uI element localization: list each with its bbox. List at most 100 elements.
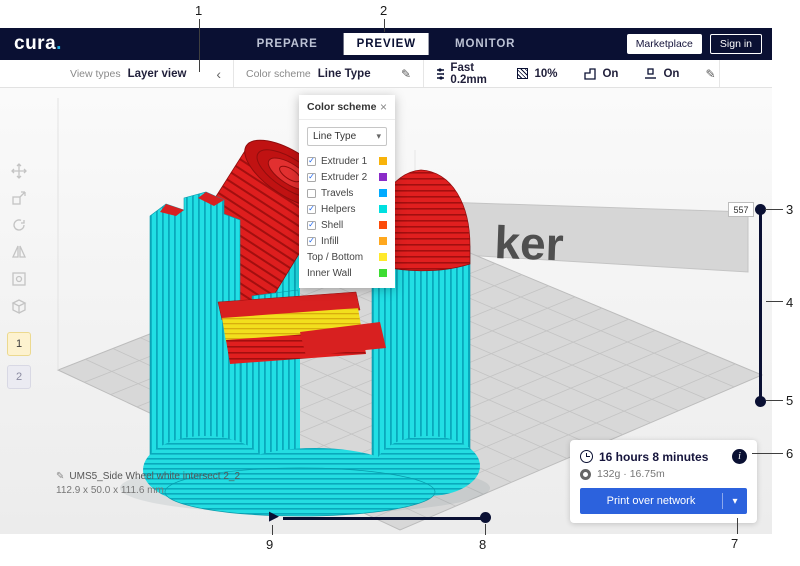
color-swatch — [379, 269, 387, 277]
callout-line-2 — [384, 19, 385, 32]
support-setting[interactable]: On — [583, 67, 618, 80]
cura-app-window: cura. PREPARE PREVIEW MONITOR Marketplac… — [0, 28, 772, 534]
sliders-icon — [436, 68, 444, 80]
checkbox-shell[interactable]: ✓ — [307, 221, 316, 230]
row-infill[interactable]: ✓ Infill — [307, 233, 387, 249]
adhesion-icon — [644, 67, 657, 80]
callout-5: 5 — [786, 393, 793, 408]
row-travels[interactable]: Travels — [307, 185, 387, 201]
row-label: Top / Bottom — [307, 252, 363, 263]
rotate-tool-icon[interactable] — [10, 216, 28, 234]
color-scheme-value: Line Type — [318, 68, 371, 80]
row-label: Shell — [321, 220, 343, 231]
tab-monitor[interactable]: MONITOR — [455, 38, 515, 50]
material-usage: 132g · 16.75m — [597, 468, 665, 480]
callout-7: 7 — [731, 536, 738, 551]
callout-9: 9 — [266, 537, 273, 552]
callout-4: 4 — [786, 295, 793, 310]
clock-icon — [580, 450, 593, 463]
extruder-1-button[interactable]: 1 — [7, 332, 31, 356]
tab-preview[interactable]: PREVIEW — [344, 33, 429, 55]
infill-setting[interactable]: 10% — [517, 68, 557, 80]
row-label: Inner Wall — [307, 268, 352, 279]
adhesion-setting[interactable]: On — [644, 67, 679, 80]
checkbox-infill[interactable]: ✓ — [307, 237, 316, 246]
layer-slider-bottom-handle[interactable] — [755, 396, 766, 407]
model-name: UMS5_Side Wheel white intersect 2_2 — [69, 471, 240, 482]
rename-pencil-icon[interactable]: ✎ — [56, 471, 64, 482]
row-extruder-1[interactable]: ✓ Extruder 1 — [307, 153, 387, 169]
layer-number-box[interactable]: 557 — [728, 202, 754, 217]
extruder-2-button[interactable]: 2 — [7, 365, 31, 389]
color-swatch — [379, 173, 387, 181]
left-toolbar: 1 2 — [6, 162, 32, 389]
collapse-chevron-icon[interactable]: ‹ — [216, 67, 221, 81]
color-scheme-popup: Color scheme × Line Type ▾ ✓ Extruder 1 … — [299, 95, 395, 288]
profile-setting[interactable]: Fast 0.2mm — [436, 62, 491, 86]
callout-8: 8 — [479, 537, 486, 552]
support-value: On — [602, 68, 618, 80]
color-swatch — [379, 237, 387, 245]
playback-slider-handle[interactable] — [480, 512, 491, 523]
profile-value: Fast 0.2mm — [450, 62, 491, 86]
model-dimensions: 112.9 x 50.0 x 111.6 mm — [56, 485, 240, 496]
close-icon[interactable]: × — [380, 101, 387, 113]
color-scheme-dropdown[interactable]: Color scheme Line Type ✎ — [234, 60, 424, 87]
checkbox-travels[interactable] — [307, 189, 316, 198]
callout-line-1 — [199, 19, 200, 72]
logo-text: cura — [14, 33, 56, 54]
buildplate-watermark: ker — [494, 216, 565, 270]
row-inner-wall: Inner Wall — [307, 265, 387, 281]
callout-line-6 — [752, 453, 783, 454]
line-type-select-value: Line Type — [313, 131, 356, 142]
logo-dot: . — [56, 33, 62, 54]
row-helpers[interactable]: ✓ Helpers — [307, 201, 387, 217]
checkbox-extruder-2[interactable]: ✓ — [307, 173, 316, 182]
row-label: Extruder 2 — [321, 172, 367, 183]
callout-3: 3 — [786, 202, 793, 217]
mirror-tool-icon[interactable] — [10, 243, 28, 261]
cura-logo: cura. — [14, 33, 62, 55]
print-settings-summary[interactable]: Fast 0.2mm 10% On On ✎ — [424, 60, 720, 87]
infill-icon — [517, 68, 528, 79]
view-types-dropdown[interactable]: View types Layer view ‹ — [58, 60, 234, 87]
row-extruder-2[interactable]: ✓ Extruder 2 — [307, 169, 387, 185]
per-model-settings-icon[interactable] — [10, 270, 28, 288]
support-blocker-icon[interactable] — [10, 297, 28, 315]
callout-line-8 — [485, 524, 486, 535]
edit-settings-pencil-icon[interactable]: ✎ — [705, 67, 715, 81]
scale-tool-icon[interactable] — [10, 189, 28, 207]
row-shell[interactable]: ✓ Shell — [307, 217, 387, 233]
print-over-network-button[interactable]: Print over network ▾ — [580, 488, 747, 514]
callout-line-3 — [765, 209, 783, 210]
signin-button[interactable]: Sign in — [710, 34, 762, 54]
filament-spool-icon — [580, 469, 591, 480]
playback-slider-track[interactable] — [283, 517, 487, 520]
callout-6: 6 — [786, 446, 793, 461]
play-button[interactable]: ▶ — [269, 509, 279, 522]
model-info: ✎ UMS5_Side Wheel white intersect 2_2 11… — [56, 471, 240, 496]
adhesion-value: On — [663, 68, 679, 80]
tab-prepare[interactable]: PREPARE — [257, 38, 318, 50]
print-summary-card: 16 hours 8 minutes i 132g · 16.75m Print… — [570, 440, 757, 523]
infill-value: 10% — [534, 68, 557, 80]
move-tool-icon[interactable] — [10, 162, 28, 180]
marketplace-button[interactable]: Marketplace — [627, 34, 702, 54]
print-button-label: Print over network — [580, 495, 722, 507]
checkbox-extruder-1[interactable]: ✓ — [307, 157, 316, 166]
3d-viewport: ker — [0, 88, 772, 534]
color-swatch — [379, 189, 387, 197]
print-options-chevron-icon[interactable]: ▾ — [723, 496, 747, 507]
view-toolbar: View types Layer view ‹ Color scheme Lin… — [0, 60, 772, 88]
callout-line-4 — [766, 301, 783, 302]
layer-slider-track[interactable] — [759, 210, 762, 402]
line-type-select[interactable]: Line Type ▾ — [307, 127, 387, 146]
info-icon[interactable]: i — [732, 449, 747, 464]
callout-1: 1 — [195, 3, 202, 18]
color-swatch — [379, 253, 387, 261]
stage-tabs: PREPARE PREVIEW MONITOR — [257, 33, 516, 55]
row-label: Extruder 1 — [321, 156, 367, 167]
chevron-down-icon: ▾ — [376, 131, 381, 142]
checkbox-helpers[interactable]: ✓ — [307, 205, 316, 214]
edit-pencil-icon[interactable]: ✎ — [401, 67, 411, 81]
